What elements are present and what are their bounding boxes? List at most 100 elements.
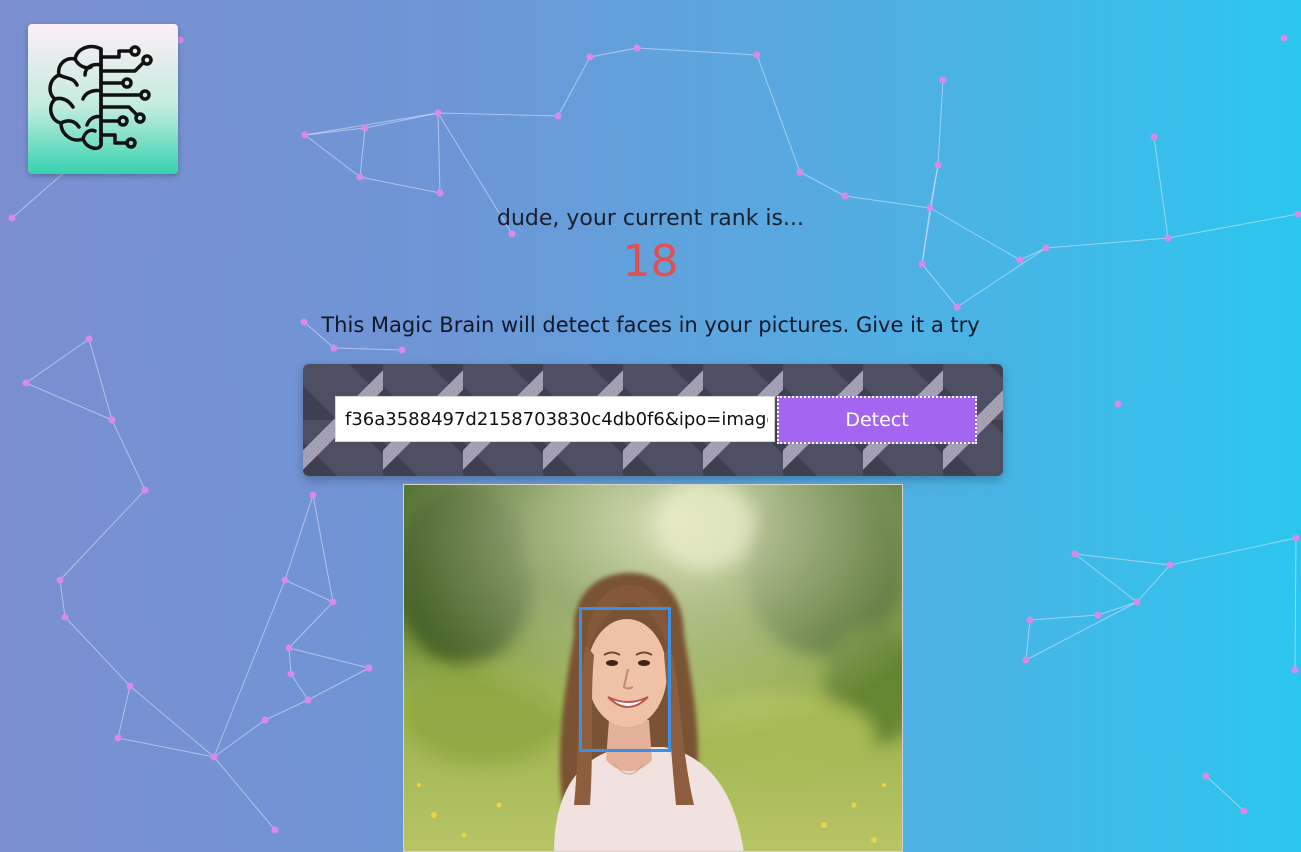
- particle-link: [756, 54, 801, 173]
- particle-dot: [1166, 561, 1174, 569]
- particle-link: [359, 127, 366, 178]
- particle-dot: [1133, 598, 1141, 606]
- particle-dot: [953, 303, 961, 311]
- particle-link: [937, 79, 944, 166]
- particle-dot: [285, 644, 293, 652]
- particle-link: [307, 667, 370, 701]
- particle-link: [64, 616, 131, 687]
- rank-label: dude, your current rank is...: [497, 206, 804, 231]
- particle-link: [59, 579, 66, 618]
- particle-dot: [1292, 534, 1300, 542]
- particle-dot: [365, 664, 373, 672]
- particle-dot: [22, 379, 30, 387]
- result-image: [403, 484, 903, 852]
- particle-link: [557, 56, 591, 117]
- detected-face-box: [579, 607, 671, 752]
- detect-button[interactable]: Detect: [777, 396, 977, 444]
- particle-link: [437, 112, 441, 194]
- particle-link: [284, 579, 334, 603]
- particle-dot: [56, 576, 64, 584]
- particle-link: [213, 579, 286, 758]
- logo[interactable]: [28, 24, 178, 174]
- particle-link: [1029, 614, 1099, 621]
- particle-link: [25, 338, 90, 384]
- particle-link: [304, 112, 439, 136]
- particle-link: [589, 47, 638, 58]
- particle-dot: [108, 416, 116, 424]
- particle-dot: [1094, 611, 1102, 619]
- particle-dot: [434, 109, 442, 117]
- particle-dot: [281, 576, 289, 584]
- particle-link: [1136, 564, 1171, 603]
- particle-dot: [304, 696, 312, 704]
- particle-link: [636, 47, 758, 56]
- particle-link: [117, 685, 131, 739]
- particle-dot: [261, 716, 269, 724]
- particle-link: [1097, 601, 1138, 616]
- particle-dot: [1240, 807, 1248, 815]
- particle-link: [129, 685, 215, 758]
- intro-text: This Magic Brain will detect faces in yo…: [321, 313, 980, 337]
- particle-dot: [309, 491, 317, 499]
- particle-dot: [554, 112, 562, 120]
- particle-dot: [436, 189, 444, 197]
- particle-dot: [586, 53, 594, 61]
- particle-link: [25, 382, 113, 421]
- particle-link: [288, 647, 370, 669]
- rank-value: 18: [622, 236, 679, 287]
- particle-link: [1294, 537, 1297, 671]
- particle-dot: [330, 344, 338, 352]
- particle-dot: [753, 51, 761, 59]
- particle-dot: [301, 131, 309, 139]
- particle-dot: [287, 670, 295, 678]
- particle-dot: [1150, 133, 1158, 141]
- particle-dot: [329, 598, 337, 606]
- particle-dot: [126, 682, 134, 690]
- particle-dot: [1026, 616, 1034, 624]
- particle-link: [304, 134, 361, 178]
- particle-link: [284, 494, 314, 581]
- particle-link: [88, 338, 113, 421]
- image-url-form: Detect: [303, 364, 1003, 476]
- particle-dot: [1071, 550, 1079, 558]
- particle-link: [111, 419, 146, 491]
- particle-link: [290, 673, 309, 701]
- particle-link: [1169, 537, 1297, 566]
- particle-link: [213, 756, 276, 831]
- particle-dot: [1022, 656, 1030, 664]
- particle-dot: [841, 192, 849, 200]
- particle-link: [117, 737, 215, 758]
- particle-dot: [361, 124, 369, 132]
- particle-dot: [934, 161, 942, 169]
- particle-dot: [1291, 666, 1299, 674]
- particle-link: [333, 347, 403, 351]
- particle-link: [1074, 553, 1138, 603]
- particle-dot: [271, 826, 279, 834]
- particle-dot: [398, 346, 406, 354]
- particle-link: [1025, 601, 1138, 661]
- particle-dot: [1114, 400, 1122, 408]
- particle-link: [437, 112, 559, 117]
- particle-link: [288, 601, 334, 649]
- particle-link: [359, 176, 441, 194]
- particle-link: [1074, 553, 1171, 566]
- brain-circuit-icon: [48, 44, 153, 151]
- particle-link: [799, 171, 846, 197]
- particle-dot: [114, 734, 122, 742]
- particle-link: [1025, 619, 1031, 661]
- particle-dot: [1280, 34, 1288, 42]
- particle-dot: [356, 173, 364, 181]
- particle-dot: [61, 613, 69, 621]
- particle-dot: [141, 486, 149, 494]
- particle-dot: [796, 168, 804, 176]
- image-url-input[interactable]: [335, 396, 775, 442]
- particle-link: [1205, 775, 1245, 812]
- particle-link: [312, 494, 334, 603]
- particle-link: [264, 699, 309, 721]
- particle-dot: [210, 753, 218, 761]
- particle-link: [59, 489, 146, 581]
- particle-link: [288, 647, 292, 675]
- particle-dot: [939, 76, 947, 84]
- particle-dot: [1202, 772, 1210, 780]
- particle-dot: [633, 44, 641, 52]
